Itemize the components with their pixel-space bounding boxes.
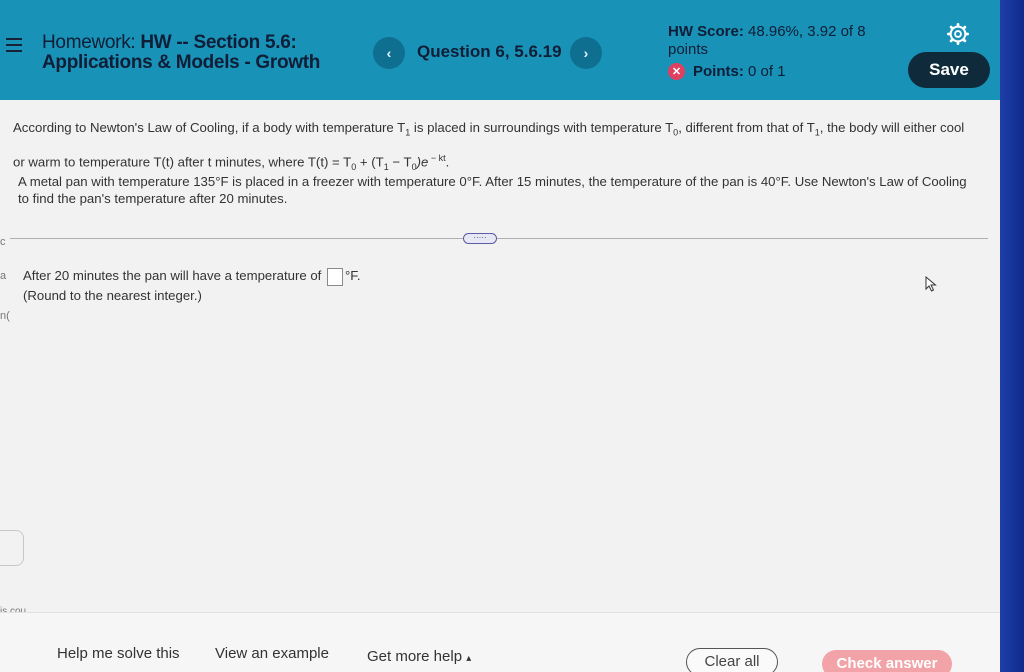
score-label: HW Score: [668,23,744,40]
problem-statement: A metal pan with temperature 135°F is pl… [18,173,983,207]
clear-all-button[interactable]: Clear all [686,648,778,672]
score-block: HW Score: 48.96%, 3.92 of 8 points ✕ Poi… [668,23,888,80]
get-more-help-button[interactable]: Get more help ▴ [367,648,471,665]
header-bar: Homework: HW -- Section 5.6: Application… [0,0,1000,100]
left-fragment-2: a [0,270,7,282]
formula-exponent: − kt [428,152,446,163]
left-fragment-3: n( [0,310,10,322]
question-label: Question 6, 5.6.19 [417,42,562,61]
x-circle-icon: ✕ [668,63,685,80]
answer-prefix: After 20 minutes the pan will have a tem… [23,268,322,283]
screen-bezel [1000,0,1024,672]
intro-text-d: , the body will either cool [819,120,965,135]
score-value: 48.96%, 3.92 of 8 [748,23,866,40]
score-unit: points [668,41,709,58]
question-intro: According to Newton's Law of Cooling, if… [13,115,988,180]
answer-area: After 20 minutes the pan will have a tem… [23,266,361,306]
get-more-help-label: Get more help [367,648,463,665]
homework-subtitle: Applications & Models - Growth [42,52,321,73]
formula-mid: + (T [356,154,384,170]
save-button[interactable]: Save [908,52,990,88]
formula-minus: − T [388,154,412,170]
screen: Homework: HW -- Section 5.6: Application… [0,0,1000,672]
points-line: ✕ Points: 0 of 1 [668,63,888,80]
problem-line-2: to find the pan's temperature after 20 m… [18,191,288,206]
chevron-right-icon: › [583,45,589,61]
left-fragment-1: c [0,236,6,248]
hamburger-icon[interactable] [6,38,22,52]
homework-title: Homework: HW -- Section 5.6: Application… [42,33,320,73]
rounding-note: (Round to the nearest integer.) [23,288,202,303]
points-label: Points: [693,63,744,80]
caret-up-icon: ▴ [466,653,472,664]
view-example-button[interactable]: View an example [215,645,329,662]
chevron-left-icon: ‹ [386,45,392,61]
gear-icon[interactable] [947,23,969,45]
intro-text-e: or warm to temperature T(t) after t minu… [13,154,352,170]
formula-end: )e [416,154,429,170]
homework-section: HW -- Section 5.6: [140,32,297,53]
check-answer-button[interactable]: Check answer [822,650,952,672]
next-question-button[interactable]: › [570,37,602,69]
help-me-solve-button[interactable]: Help me solve this [57,645,180,662]
question-content: According to Newton's Law of Cooling, if… [0,100,1000,672]
answer-input[interactable] [327,267,344,286]
points-value: 0 of 1 [748,63,786,80]
formula-period: . [445,154,450,170]
intro-text-c: , different from that of T [678,120,815,135]
divider [10,238,988,239]
previous-question-button[interactable]: ‹ [373,37,405,69]
problem-line-1: A metal pan with temperature 135°F is pl… [18,174,967,189]
intro-text-a: According to Newton's Law of Cooling, if… [13,120,406,135]
homework-prefix: Homework: [42,32,136,53]
side-panel-edge [0,530,24,566]
mouse-cursor-icon [925,276,937,292]
intro-text-b: is placed in surroundings with temperatu… [410,120,674,135]
answer-unit: °F. [345,268,361,283]
expand-more-button[interactable]: ····· [463,233,497,244]
